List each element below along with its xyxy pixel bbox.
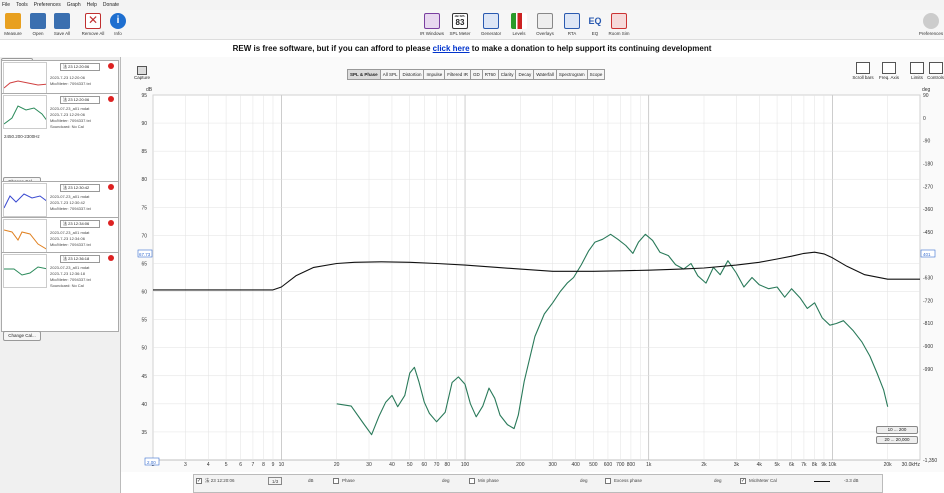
freq-axis-button[interactable]: Freq. Axis bbox=[878, 62, 900, 80]
overlays-button[interactable]: Overlays bbox=[532, 13, 558, 36]
open-button[interactable]: Open bbox=[25, 13, 51, 36]
measurement-title[interactable]: 法 23 12:36:18 bbox=[60, 255, 100, 263]
tab-waterfall[interactable]: Waterfall bbox=[533, 69, 556, 80]
tab-clarity[interactable]: Clarity bbox=[497, 69, 516, 80]
remove-measurement-icon[interactable] bbox=[108, 184, 114, 190]
room-sim-icon bbox=[611, 13, 627, 29]
measure-button[interactable]: Measure bbox=[0, 13, 26, 36]
measurement-thumbnail bbox=[3, 95, 47, 129]
overlays-icon bbox=[537, 13, 553, 29]
tab-distortion[interactable]: Distortion bbox=[399, 69, 424, 80]
measurements-panel: Collapse ⌄ 法 23 12:20:06 2023-7-23 12:20… bbox=[0, 57, 121, 493]
menu-preferences[interactable]: Preferences bbox=[34, 2, 61, 8]
tab-scope[interactable]: Scope bbox=[586, 69, 606, 80]
menu-donate[interactable]: Donate bbox=[103, 2, 119, 8]
smoothing-button[interactable]: 1/3 bbox=[268, 477, 283, 485]
camera-icon bbox=[137, 66, 147, 75]
limits-button[interactable]: Limits bbox=[906, 62, 928, 80]
measurement-item[interactable]: 法 23 12:34:06 2023-07-23_a01 mdat 2023-7… bbox=[1, 217, 119, 255]
show-mic-cal-checkbox[interactable]: ✓ bbox=[740, 478, 746, 484]
tab-gd[interactable]: GD bbox=[470, 69, 482, 80]
save-icon bbox=[54, 13, 70, 29]
main-toolbar: Measure Open Save All ✕ Remove All i Inf… bbox=[0, 10, 944, 40]
graph-legend-bar: ✓ 法 23 12:20:06 1/3 dB Phase deg Min pha… bbox=[193, 474, 883, 493]
show-excess-phase-checkbox[interactable] bbox=[605, 478, 611, 484]
controls-button[interactable]: Controls bbox=[927, 62, 944, 80]
menu-file[interactable]: File bbox=[2, 2, 10, 8]
measurement-thumbnail bbox=[3, 219, 47, 253]
measurement-item[interactable]: 法 23 12:36:18 2023-07-23_a01 mdat 2023-7… bbox=[1, 252, 119, 332]
measurement-title[interactable]: 法 23 12:34:06 bbox=[60, 220, 100, 228]
generator-icon bbox=[483, 13, 499, 29]
mic-cal-legend-line bbox=[814, 481, 830, 482]
tab-spectrogram[interactable]: Spectrogram bbox=[555, 69, 587, 80]
menu-bar: File Tools Preferences Graph Help Donate bbox=[0, 0, 944, 10]
room-sim-button[interactable]: Room Sim bbox=[606, 13, 632, 36]
remove-icon: ✕ bbox=[85, 13, 101, 29]
tab-decay[interactable]: Decay bbox=[515, 69, 534, 80]
graph-panel bbox=[121, 57, 944, 472]
menu-tools[interactable]: Tools bbox=[16, 2, 28, 8]
measurement-item[interactable]: 法 23 12:20:06 2023-07-23_a01 mdat 2023-7… bbox=[1, 93, 119, 185]
spl-meter-icon: dB SPL 83 bbox=[452, 13, 468, 29]
menu-help[interactable]: Help bbox=[87, 2, 97, 8]
tab-impulse[interactable]: Impulse bbox=[423, 69, 445, 80]
folder-icon bbox=[30, 13, 46, 29]
preferences-button[interactable]: Preferences bbox=[918, 13, 944, 36]
measure-icon bbox=[5, 13, 21, 29]
show-spl-checkbox[interactable]: ✓ bbox=[196, 478, 202, 484]
tab-filtered-ir[interactable]: Filtered IR bbox=[444, 69, 470, 80]
remove-measurement-icon[interactable] bbox=[108, 96, 114, 102]
ir-windows-icon bbox=[424, 13, 440, 29]
measurement-title[interactable]: 法 23 12:20:06 bbox=[60, 96, 100, 104]
measurement-title[interactable]: 法 23 12:30:42 bbox=[60, 184, 100, 192]
controls-icon bbox=[928, 62, 943, 74]
remove-measurement-icon[interactable] bbox=[108, 220, 114, 226]
donate-link[interactable]: click here bbox=[433, 44, 470, 53]
levels-button[interactable]: Levels bbox=[506, 13, 532, 36]
tab-spl-phase[interactable]: SPL & Phase bbox=[347, 69, 380, 80]
info-button[interactable]: i Info bbox=[105, 13, 131, 36]
rta-icon bbox=[564, 13, 580, 29]
measurement-thumbnail bbox=[3, 62, 47, 96]
measurement-title[interactable]: 法 23 12:20:06 bbox=[60, 63, 100, 71]
measurement-notes[interactable]: 2450.200-2300Hz bbox=[4, 134, 116, 139]
measurement-item[interactable]: 法 23 12:30:42 2023-07-23_a01 mdat 2023-7… bbox=[1, 181, 119, 219]
donation-banner: REW is free software, but if you can aff… bbox=[232, 44, 712, 53]
info-icon: i bbox=[110, 13, 126, 29]
graph-tabs: SPL & Phase All SPL Distortion Impulse F… bbox=[347, 69, 606, 80]
scrollbars-button[interactable]: Scroll bars bbox=[852, 62, 874, 80]
remove-measurement-icon[interactable] bbox=[108, 255, 114, 261]
show-phase-checkbox[interactable] bbox=[333, 478, 339, 484]
preferences-icon bbox=[923, 13, 939, 29]
spl-meter-button[interactable]: dB SPL 83 SPL Meter bbox=[447, 13, 473, 36]
tab-all-spl[interactable]: All SPL bbox=[379, 69, 400, 80]
measurement-thumbnail bbox=[3, 183, 47, 217]
freq-axis-icon bbox=[882, 62, 896, 74]
remove-measurement-icon[interactable] bbox=[108, 63, 114, 69]
change-cal-button[interactable]: Change Cal... bbox=[3, 331, 41, 341]
save-all-button[interactable]: Save All bbox=[49, 13, 75, 36]
capture-button[interactable]: Capture bbox=[132, 66, 152, 80]
scrollbars-icon bbox=[856, 62, 870, 74]
eq-button[interactable]: EQ EQ bbox=[582, 13, 608, 36]
limits-icon bbox=[910, 62, 924, 74]
tab-rt60[interactable]: RT60 bbox=[481, 69, 498, 80]
show-min-phase-checkbox[interactable] bbox=[469, 478, 475, 484]
remove-all-button[interactable]: ✕ Remove All bbox=[80, 13, 106, 36]
measurement-thumbnail bbox=[3, 254, 47, 288]
generator-button[interactable]: Generator bbox=[478, 13, 504, 36]
menu-graph[interactable]: Graph bbox=[67, 2, 81, 8]
range-10-200-button[interactable]: 10 ... 200 bbox=[876, 426, 918, 434]
range-20-20000-button[interactable]: 20 ... 20,000 bbox=[876, 436, 918, 444]
eq-icon: EQ bbox=[588, 16, 602, 26]
levels-icon bbox=[511, 13, 527, 29]
ir-windows-button[interactable]: IR Windows bbox=[419, 13, 445, 36]
